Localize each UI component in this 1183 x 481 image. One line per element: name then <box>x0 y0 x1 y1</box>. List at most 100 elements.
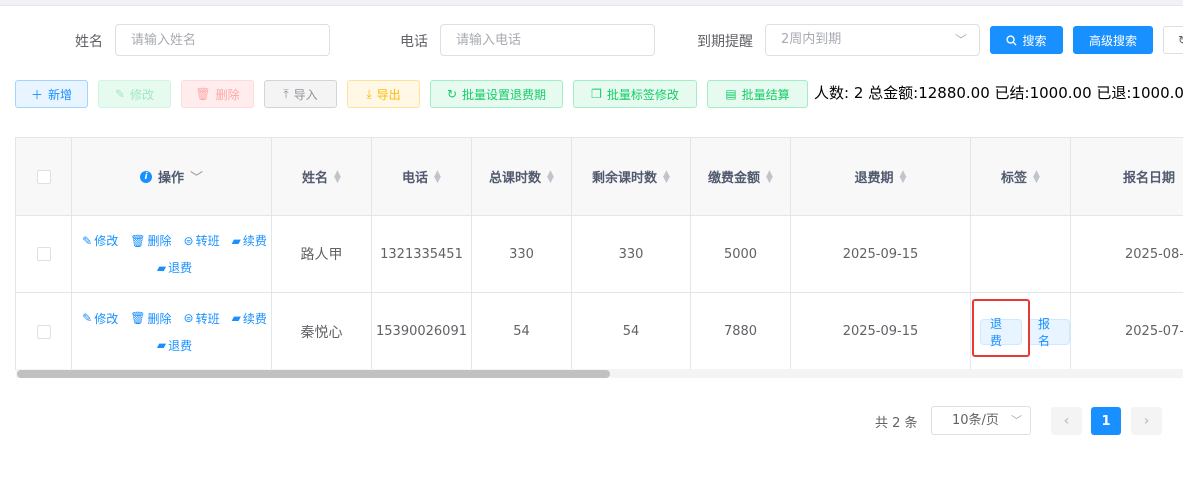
chevron-left-icon: ‹ <box>1063 413 1070 429</box>
header-amount[interactable]: 缴费金额 ▲ ▼ <box>691 138 791 216</box>
add-button[interactable]: ＋ 新增 <box>15 80 88 108</box>
cell-remaining-hours: 330 <box>572 216 691 293</box>
reset-button[interactable]: ↻ <box>1163 26 1183 54</box>
chevron-down-icon: ﹀ <box>954 33 967 47</box>
row-edit-label: 修改 <box>94 234 119 248</box>
sort-icon[interactable]: ▲ ▼ <box>766 169 773 184</box>
header-select-all[interactable] <box>16 138 72 216</box>
header-signup-date[interactable]: 报名日期 <box>1071 138 1183 216</box>
row-delete-link[interactable]: 🗑 删除 <box>130 310 171 327</box>
expire-select[interactable]: 2周内到期 ﹀ <box>765 24 980 56</box>
edit-icon: ✎ <box>114 87 126 101</box>
top-border <box>0 0 1183 6</box>
row-edit-link[interactable]: ✎ 修改 <box>82 310 118 327</box>
cell-phone: 15390026091 <box>372 293 472 370</box>
edit-button[interactable]: ✎ 修改 <box>98 80 171 108</box>
header-phone[interactable]: 电话 ▲ ▼ <box>372 138 472 216</box>
row-transfer-link[interactable]: ⊜ 转班 <box>184 310 220 327</box>
chevron-right-icon: › <box>1143 413 1150 429</box>
row-checkbox[interactable] <box>36 247 51 261</box>
row-refund-link[interactable]: ▰ 退费 <box>157 337 192 354</box>
header-name[interactable]: 姓名 ▲ ▼ <box>272 138 372 216</box>
phone-input[interactable] <box>440 24 655 56</box>
sort-icon[interactable]: ▲ ▼ <box>334 169 341 184</box>
header-phone-label: 电话 <box>402 171 429 186</box>
sort-icon[interactable]: ▲ ▼ <box>547 169 554 184</box>
row-transfer-link[interactable]: ⊜ 转班 <box>184 232 220 249</box>
header-refund-period[interactable]: 退费期 ▲ ▼ <box>791 138 971 216</box>
row-renew-link[interactable]: ▰ 续费 <box>232 310 267 327</box>
next-page-button[interactable]: › <box>1131 407 1162 435</box>
tag-signup[interactable]: 报名 <box>1028 317 1070 348</box>
info-icon: i <box>139 170 152 183</box>
header-signup-date-label: 报名日期 <box>1123 171 1176 186</box>
row-delete-label: 删除 <box>147 234 172 248</box>
row-refund-label: 退费 <box>168 338 193 353</box>
row-select[interactable] <box>16 216 72 293</box>
row-renew-label: 续费 <box>242 234 267 248</box>
sort-icon[interactable]: ▲ ▼ <box>900 169 907 184</box>
header-total-hours[interactable]: 总课时数 ▲ ▼ <box>472 138 572 216</box>
batch-settle-button[interactable]: ▤ 批量结算 <box>707 80 808 108</box>
batch-refund-period-label: 批量设置退费期 <box>462 87 547 102</box>
name-input[interactable] <box>115 24 330 56</box>
page-size-select[interactable]: 10条/页 ﹀ <box>931 406 1031 435</box>
search-button-label: 搜索 <box>1022 33 1047 48</box>
header-remaining-hours[interactable]: 剩余课时数 ▲ ▼ <box>572 138 691 216</box>
sort-icon[interactable]: ▲ ▼ <box>434 169 441 184</box>
money-icon: ▤ <box>725 87 737 101</box>
prev-page-button[interactable]: ‹ <box>1051 407 1082 435</box>
edit-icon: ✎ <box>82 311 93 325</box>
row-renew-label: 续费 <box>242 311 267 326</box>
row-delete-label: 删除 <box>147 311 172 326</box>
select-all-checkbox[interactable] <box>36 169 51 184</box>
row-checkbox[interactable] <box>36 324 51 339</box>
header-ops[interactable]: i 操作 ﹀ <box>72 138 272 216</box>
row-renew-link[interactable]: ▰ 续费 <box>232 232 267 249</box>
delete-button[interactable]: 🗑 删除 <box>181 80 254 108</box>
ticket-icon: ▰ <box>231 311 241 325</box>
plus-icon: ＋ <box>30 87 43 102</box>
header-refund-period-label: 退费期 <box>854 171 894 186</box>
batch-tag-edit-button[interactable]: ❐ 批量标签修改 <box>573 80 697 108</box>
transfer-icon: ⊜ <box>183 311 194 325</box>
header-tags-label: 标签 <box>1001 171 1028 186</box>
sort-icon[interactable]: ▲ ▼ <box>1033 169 1040 184</box>
delete-label: 删除 <box>215 87 240 102</box>
cell-signup-date: 2025-08-0 <box>1071 216 1183 293</box>
name-label: 姓名 <box>75 34 103 50</box>
header-remaining-hours-label: 剩余课时数 <box>592 171 658 186</box>
header-ops-label: 操作 <box>157 171 184 186</box>
page-size-value: 10条/页 <box>952 413 999 428</box>
row-edit-label: 修改 <box>94 311 119 326</box>
chevron-down-icon: ﹀ <box>190 171 204 186</box>
header-name-label: 姓名 <box>302 171 329 186</box>
cell-total-hours: 330 <box>472 216 572 293</box>
import-button[interactable]: ⤒ 导入 <box>264 80 337 108</box>
add-label: 新增 <box>48 87 73 102</box>
trash-icon: 🗑 <box>130 311 146 325</box>
row-transfer-label: 转班 <box>195 234 220 248</box>
refresh-icon: ↻ <box>1178 33 1183 47</box>
row-edit-link[interactable]: ✎ 修改 <box>82 232 118 249</box>
highlight-box <box>972 299 1030 357</box>
cell-refund-period: 2025-09-15 <box>791 216 971 293</box>
search-button[interactable]: 搜索 <box>990 26 1063 54</box>
export-button[interactable]: ⤓ 导出 <box>347 80 420 108</box>
ticket-icon: ▰ <box>156 260 167 275</box>
cell-refund-period: 2025-09-15 <box>791 293 971 370</box>
header-tags[interactable]: 标签 ▲ ▼ <box>971 138 1071 216</box>
batch-refund-period-button[interactable]: ↻ 批量设置退费期 <box>430 80 563 108</box>
sort-icon[interactable]: ▲ ▼ <box>663 169 670 184</box>
cell-name: 路人甲 <box>272 216 372 293</box>
cell-name: 秦悦心 <box>272 293 372 370</box>
row-delete-link[interactable]: 🗑 删除 <box>130 232 171 249</box>
export-label: 导出 <box>376 87 401 102</box>
row-select[interactable] <box>16 293 72 370</box>
page-number-current[interactable]: 1 <box>1091 407 1121 435</box>
scrollbar-thumb[interactable] <box>17 370 610 378</box>
advanced-search-button[interactable]: 高级搜索 <box>1073 26 1153 54</box>
cell-total-hours: 54 <box>472 293 572 370</box>
row-refund-link[interactable]: ▰ 退费 <box>157 259 192 276</box>
chevron-down-icon: ﹀ <box>1011 414 1022 427</box>
